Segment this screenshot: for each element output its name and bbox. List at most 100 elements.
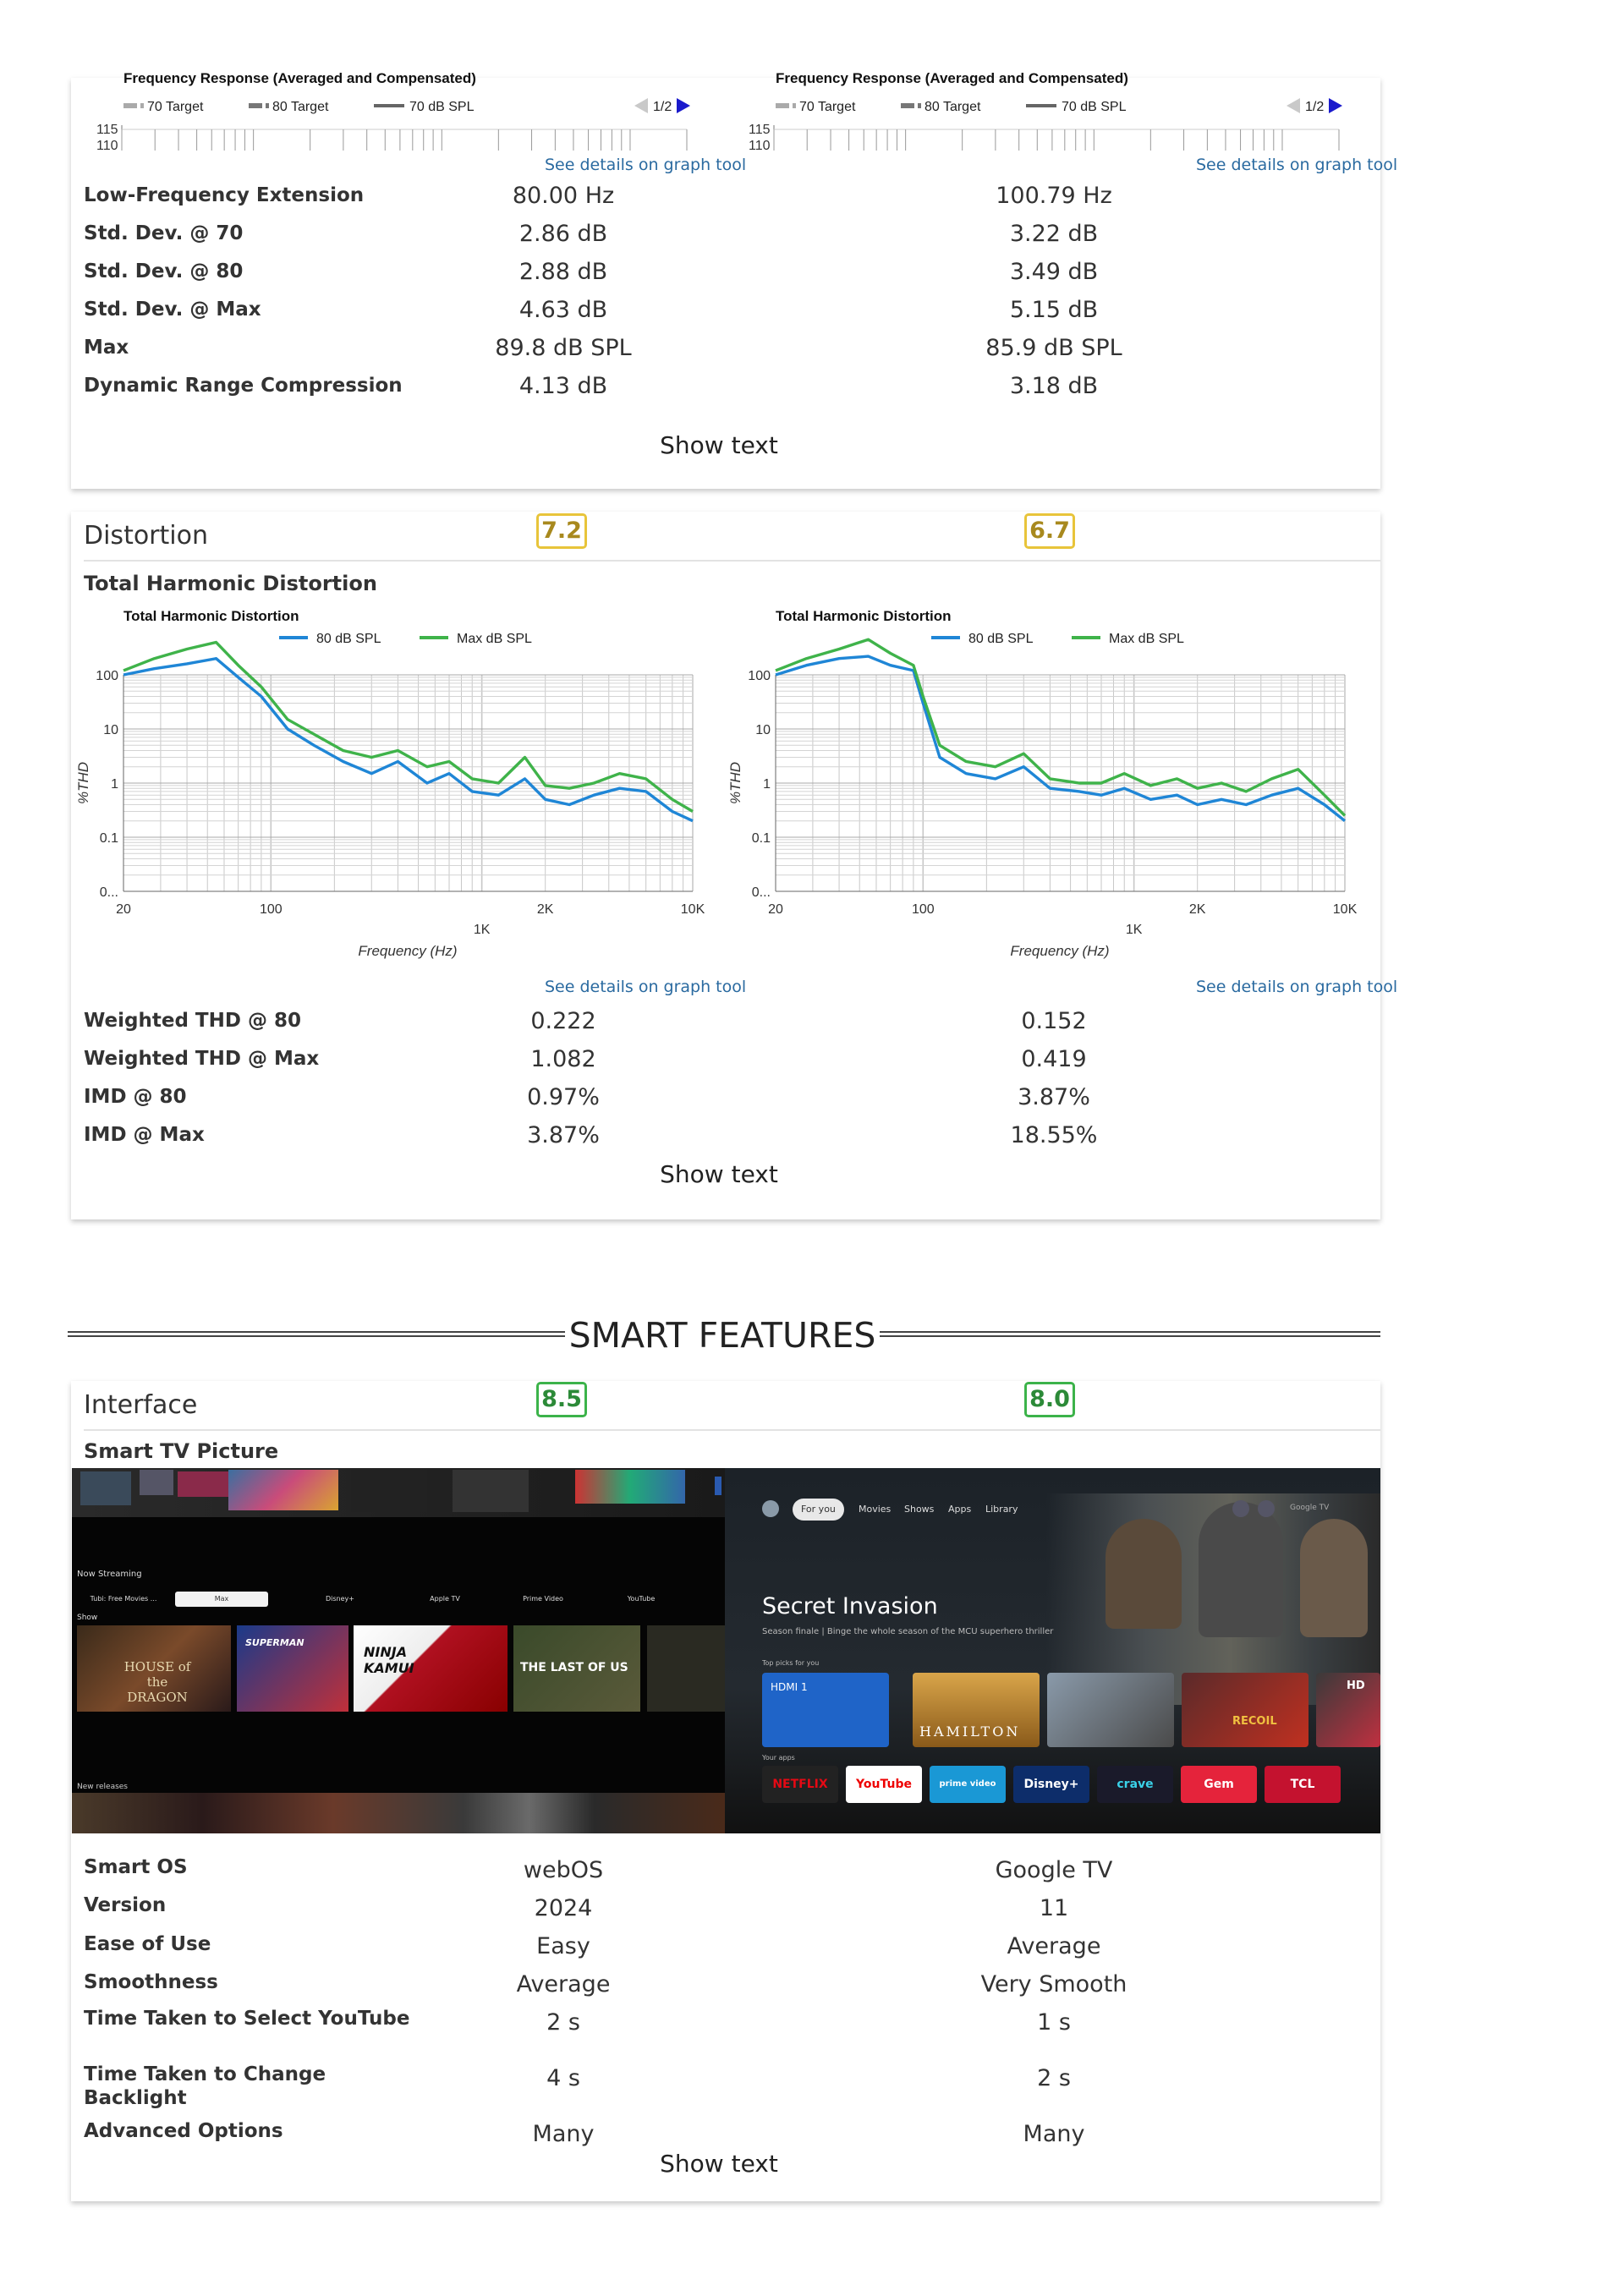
thd-chart-right[interactable]: Total Harmonic Distortion 80 dB SPL Max dB…: [723, 600, 1383, 964]
webos-tab[interactable]: Tubi: Free Movies ...: [77, 1592, 170, 1607]
frequency-response-chart-left[interactable]: Frequency Response (Averaged and Compens…: [71, 66, 731, 151]
gtv-tile-3[interactable]: [1047, 1673, 1174, 1747]
hero-subtitle: Season finale | Binge the whole season o…: [762, 1627, 1054, 1636]
score-badge-1: 8.5: [536, 1382, 587, 1417]
tile-title: HDMI 1: [771, 1681, 808, 1693]
app-tile[interactable]: TCL: [1265, 1766, 1341, 1803]
webos-tab[interactable]: YouTube: [595, 1592, 688, 1607]
webos-tab[interactable]: Disney+: [294, 1592, 387, 1607]
stat-label: Ease of Use: [84, 1933, 211, 1955]
x-tick-label: 20: [116, 902, 131, 917]
y-tick-label: 10: [755, 723, 771, 737]
stat-value-left: 2024: [534, 1895, 593, 1921]
stat-value-left: 1.082: [530, 1046, 596, 1072]
graph-tool-link[interactable]: See details on graph tool: [545, 156, 746, 174]
pager-prev-icon[interactable]: [634, 98, 648, 113]
graph-tool-link[interactable]: See details on graph tool: [1196, 156, 1397, 174]
google-tv-nav-item[interactable]: Shows: [903, 1499, 935, 1521]
y-tick-label: 1: [763, 777, 771, 792]
stat-label: Smart OS: [84, 1856, 188, 1878]
google-tv-nav: For you Movies Shows Apps Library: [793, 1499, 1131, 1521]
gtv-tile-recoil[interactable]: RECOIL: [1182, 1673, 1309, 1747]
webos-tile-1[interactable]: HOUSE of the DRAGON: [77, 1625, 231, 1712]
thd-grid: [123, 674, 694, 892]
show-text-button[interactable]: Show text: [592, 1160, 846, 1188]
google-tv-nav-item[interactable]: Library: [984, 1499, 1019, 1521]
legend-80-target: 80 Target: [924, 100, 981, 114]
app-tile[interactable]: Gem: [1181, 1766, 1257, 1803]
chart-title: Total Harmonic Distortion: [123, 608, 299, 624]
profile-icon[interactable]: [762, 1500, 779, 1517]
graph-tool-link[interactable]: See details on graph tool: [545, 978, 746, 996]
legend-label: 80 dB SPL: [968, 632, 1034, 646]
settings-icon[interactable]: [1258, 1500, 1275, 1517]
gtv-tile-5[interactable]: HD: [1316, 1673, 1380, 1747]
y-tick-label: 100: [748, 669, 771, 683]
gtv-tile-hdmi[interactable]: HDMI 1: [762, 1673, 889, 1747]
app-tile[interactable]: crave: [1097, 1766, 1173, 1803]
google-tv-nav-item[interactable]: For you: [793, 1499, 844, 1521]
webos-tile-3[interactable]: NINJA KAMUI: [354, 1625, 508, 1712]
smart-features-heading: SMART FEATURES: [568, 1315, 876, 1356]
show-text-button[interactable]: Show text: [592, 431, 846, 459]
freq-y-tick-110: 110: [96, 139, 118, 151]
x-tick-label: 2K: [537, 902, 554, 917]
stat-value-left: webOS: [523, 1857, 604, 1883]
freq-grid: [773, 125, 1340, 151]
stat-label: Advanced Options: [84, 2120, 283, 2142]
webos-tab[interactable]: Prime Video: [497, 1592, 590, 1607]
x-tick-label: 2K: [1189, 902, 1206, 917]
legend-label: Max dB SPL: [1109, 632, 1184, 646]
stat-value-right: Very Smooth: [980, 1971, 1127, 1997]
stat-label: Std. Dev. @ 80: [84, 260, 244, 282]
stat-value-right: 3.18 dB: [1009, 373, 1099, 399]
thd-chart-left[interactable]: Total Harmonic Distortion 80 dB SPL Max dB…: [71, 600, 731, 964]
distortion-title: Distortion: [84, 521, 208, 551]
gtv-tile-hamilton[interactable]: HAMILTON: [913, 1673, 1040, 1747]
stat-value-left: 4.13 dB: [518, 373, 608, 399]
legend-70-target: 70 Target: [799, 100, 856, 114]
tile-title: HAMILTON: [919, 1723, 1021, 1740]
legend-70-spl: 70 dB SPL: [409, 100, 475, 114]
x-tick-label: 10K: [1333, 902, 1358, 917]
pager-next-icon[interactable]: [1329, 98, 1342, 113]
picks-label: Top picks for you: [762, 1659, 820, 1667]
google-tv-nav-item[interactable]: Apps: [946, 1499, 973, 1521]
show-text-button[interactable]: Show text: [592, 2150, 846, 2178]
stat-value-right: 1 s: [1037, 2009, 1071, 2036]
stat-value-left: Easy: [536, 1933, 590, 1959]
y-tick-label: 1: [111, 777, 118, 792]
y-tick-label: 0...: [100, 885, 118, 900]
score-badge-2: 6.7: [1024, 513, 1075, 549]
x-axis-label: Frequency (Hz): [358, 943, 457, 959]
pager-next-icon[interactable]: [677, 98, 690, 113]
y-axis-label: %THD: [727, 762, 743, 804]
stat-label: Time Taken to Change Backlight: [84, 2063, 326, 2109]
legend-80-target: 80 Target: [272, 100, 329, 114]
freq-chart-title: Frequency Response (Averaged and Compens…: [776, 70, 1128, 86]
frequency-response-chart-right[interactable]: Frequency Response (Averaged and Compens…: [723, 66, 1383, 151]
webos-tab[interactable]: Max: [175, 1592, 268, 1607]
y-axis-label: %THD: [75, 762, 91, 804]
stat-value-right: 2 s: [1037, 2065, 1071, 2091]
stat-value-right: Many: [1023, 2121, 1085, 2147]
thd-subtitle: Total Harmonic Distortion: [84, 572, 377, 595]
app-tile[interactable]: YouTube: [846, 1766, 922, 1803]
tile-title: NINJA KAMUI: [364, 1644, 414, 1676]
stat-value-right: 18.55%: [1010, 1122, 1098, 1148]
search-icon[interactable]: [1232, 1500, 1249, 1517]
pager-prev-icon[interactable]: [1287, 98, 1300, 113]
app-tile[interactable]: NETFLIX: [762, 1766, 838, 1803]
google-tv-nav-item[interactable]: Movies: [857, 1499, 892, 1521]
webos-tab[interactable]: Apple TV: [398, 1592, 491, 1607]
webos-tile-2[interactable]: SUPERMAN: [237, 1625, 348, 1712]
y-tick-label: 0.1: [752, 831, 771, 846]
stat-value-right: 100.79 Hz: [996, 183, 1112, 209]
app-tile[interactable]: Disney+: [1013, 1766, 1089, 1803]
webos-tile-4[interactable]: THE LAST OF US: [513, 1625, 640, 1712]
stat-value-left: 89.8 dB SPL: [495, 335, 632, 361]
graph-tool-link[interactable]: See details on graph tool: [1196, 978, 1397, 996]
app-tile[interactable]: prime video: [930, 1766, 1006, 1803]
y-tick-label: 0.1: [100, 831, 118, 846]
freq-legend: 70 Target 80 Target 70 dB SPL: [776, 100, 1127, 114]
